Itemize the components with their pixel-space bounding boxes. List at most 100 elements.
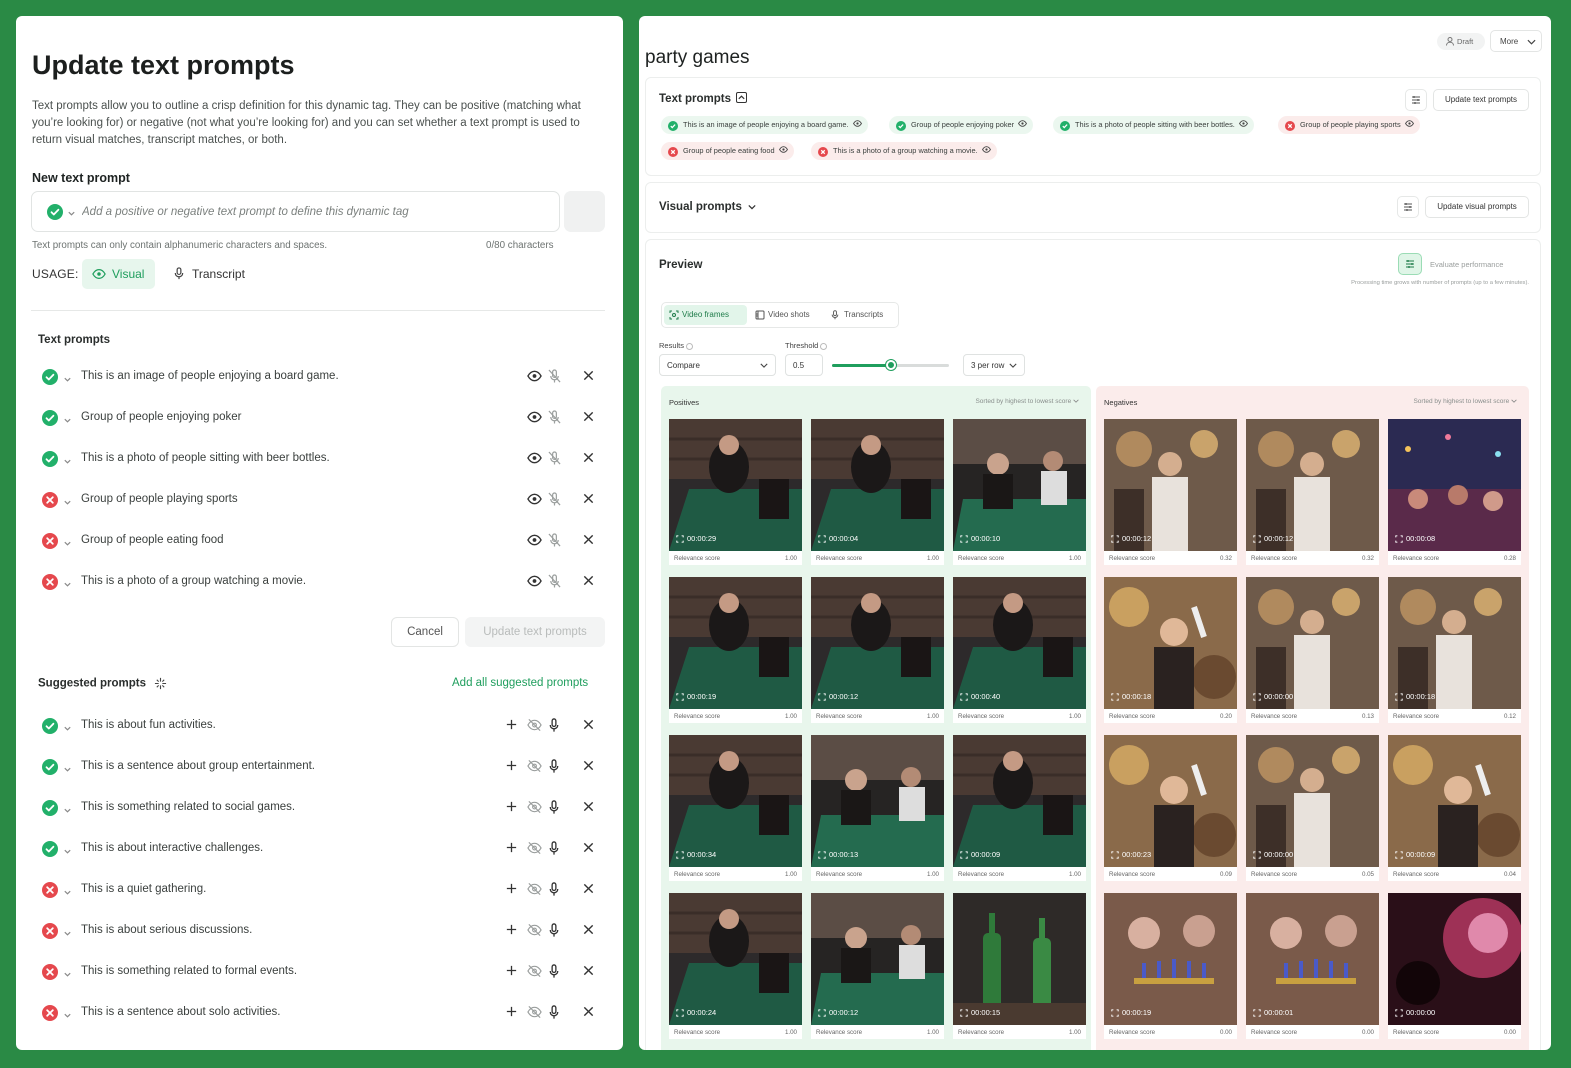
add-all-suggested-link[interactable]: Add all suggested prompts [452,677,588,689]
visual-settings-button[interactable] [1397,196,1419,218]
remove-icon[interactable] [582,492,595,510]
positive-toggle-icon[interactable] [47,204,63,225]
chevron-down-icon[interactable] [63,535,72,553]
mic-off-icon[interactable] [548,574,561,594]
negative-x-icon[interactable] [42,492,58,513]
chevron-down-icon[interactable] [67,205,76,223]
negative-x-icon[interactable] [42,923,58,944]
tab-transcripts[interactable]: Transcripts [826,305,894,325]
more-button[interactable]: More [1490,30,1542,52]
threshold-slider[interactable] [832,360,949,370]
remove-icon[interactable] [582,410,595,428]
result-thumbnail[interactable]: 00:00:12 Relevance score 1.00 [811,577,944,723]
threshold-input[interactable]: 0.5 [785,354,823,376]
microphone-icon[interactable] [548,759,560,779]
negative-x-icon[interactable] [42,533,58,554]
negative-x-icon[interactable] [42,574,58,595]
eye-icon[interactable] [527,369,542,387]
usage-visual-toggle[interactable]: Visual [82,259,155,289]
remove-icon[interactable] [582,369,595,387]
remove-icon[interactable] [582,718,595,736]
remove-icon[interactable] [582,574,595,592]
positives-sort[interactable]: Sorted by highest to lowest score [975,398,1079,405]
remove-icon[interactable] [582,964,595,982]
result-thumbnail[interactable]: 00:00:01 Relevance score 0.00 [1246,893,1379,1039]
add-prompt-button[interactable] [564,191,605,232]
result-thumbnail[interactable]: 00:00:09 Relevance score 1.00 [953,735,1086,881]
prompt-chip[interactable]: This is a photo of people sitting with b… [1053,116,1254,134]
result-thumbnail[interactable]: 00:00:40 Relevance score 1.00 [953,577,1086,723]
plus-icon[interactable] [505,923,518,941]
result-thumbnail[interactable]: 00:00:19 Relevance score 0.00 [1104,893,1237,1039]
chevron-down-icon[interactable] [63,1007,72,1025]
update-text-prompts-button-right[interactable]: Update text prompts [1433,89,1529,111]
chevron-down-icon[interactable] [63,884,72,902]
slider-thumb[interactable] [885,360,896,370]
negative-x-icon[interactable] [42,882,58,903]
chevron-down-icon[interactable] [63,966,72,984]
result-thumbnail[interactable]: 00:00:00 Relevance score 0.05 [1246,735,1379,881]
mic-off-icon[interactable] [548,451,561,471]
eye-off-icon[interactable] [527,800,542,819]
remove-icon[interactable] [582,1005,595,1023]
microphone-icon[interactable] [548,964,560,984]
positive-check-icon[interactable] [42,759,58,780]
plus-icon[interactable] [505,882,518,900]
positive-check-icon[interactable] [42,800,58,821]
eye-icon[interactable] [527,410,542,428]
eye-off-icon[interactable] [527,923,542,942]
plus-icon[interactable] [505,1005,518,1023]
negatives-sort[interactable]: Sorted by highest to lowest score [1413,398,1517,405]
remove-icon[interactable] [582,841,595,859]
remove-icon[interactable] [582,800,595,818]
positive-check-icon[interactable] [42,369,58,390]
tab-video-frames[interactable]: Video frames [664,305,747,325]
prompt-chip[interactable]: Group of people playing sports [1278,116,1420,134]
result-thumbnail[interactable]: 00:00:34 Relevance score 1.00 [669,735,802,881]
microphone-icon[interactable] [548,923,560,943]
microphone-icon[interactable] [548,882,560,902]
remove-icon[interactable] [582,923,595,941]
microphone-icon[interactable] [548,718,560,738]
result-thumbnail[interactable]: 00:00:12 Relevance score 1.00 [811,893,944,1039]
eye-off-icon[interactable] [527,1005,542,1024]
microphone-icon[interactable] [548,841,560,861]
microphone-icon[interactable] [548,800,560,820]
new-prompt-input[interactable] [82,202,542,222]
remove-icon[interactable] [582,759,595,777]
result-thumbnail[interactable]: 00:00:18 Relevance score 0.20 [1104,577,1237,723]
chevron-down-icon[interactable] [63,802,72,820]
result-thumbnail[interactable]: 00:00:08 Relevance score 0.28 [1388,419,1521,565]
result-thumbnail[interactable]: 00:00:15 Relevance score 1.00 [953,893,1086,1039]
microphone-icon[interactable] [548,1005,560,1025]
prompt-chip[interactable]: Group of people eating food [661,142,794,160]
eye-off-icon[interactable] [527,964,542,983]
evaluate-performance-button[interactable]: Evaluate performance [1430,260,1503,269]
eye-icon[interactable] [527,533,542,551]
settings-button[interactable] [1405,89,1427,111]
chevron-down-icon[interactable] [63,453,72,471]
eye-icon[interactable] [527,492,542,510]
plus-icon[interactable] [505,718,518,736]
tab-video-shots[interactable]: Video shots [750,305,820,325]
remove-icon[interactable] [582,451,595,469]
result-thumbnail[interactable]: 00:00:18 Relevance score 0.12 [1388,577,1521,723]
chevron-down-icon[interactable] [63,720,72,738]
eye-icon[interactable] [527,574,542,592]
update-visual-prompts-button[interactable]: Update visual prompts [1425,196,1529,218]
mic-off-icon[interactable] [548,533,561,553]
visual-prompts-card-title[interactable]: Visual prompts [659,201,756,213]
chevron-down-icon[interactable] [63,412,72,430]
chevron-down-icon[interactable] [63,925,72,943]
negative-x-icon[interactable] [42,1005,58,1026]
result-thumbnail[interactable]: 00:00:00 Relevance score 0.00 [1388,893,1521,1039]
chevron-down-icon[interactable] [63,761,72,779]
remove-icon[interactable] [582,882,595,900]
chevron-down-icon[interactable] [63,494,72,512]
positive-check-icon[interactable] [42,451,58,472]
result-thumbnail[interactable]: 00:00:29 Relevance score 1.00 [669,419,802,565]
positive-check-icon[interactable] [42,410,58,431]
result-thumbnail[interactable]: 00:00:12 Relevance score 0.32 [1104,419,1237,565]
update-text-prompts-button[interactable]: Update text prompts [465,617,605,647]
negative-x-icon[interactable] [42,964,58,985]
